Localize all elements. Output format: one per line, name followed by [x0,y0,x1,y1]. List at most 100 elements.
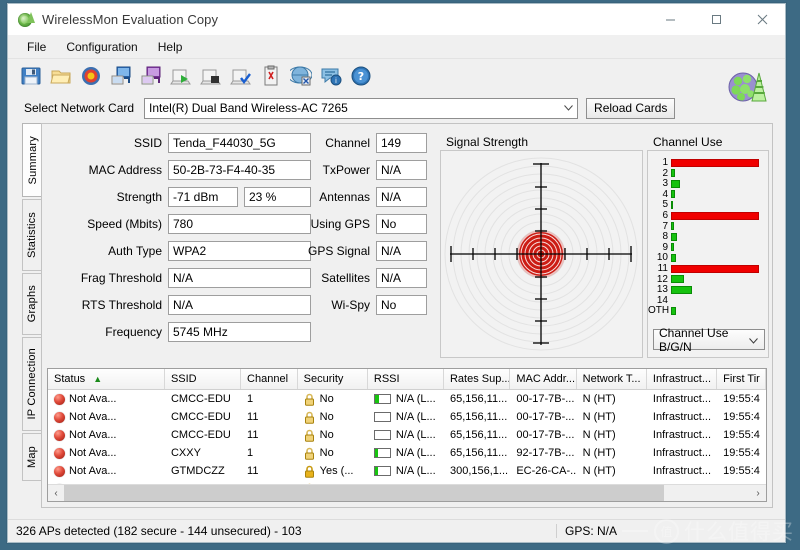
channel-use-selector[interactable]: Channel Use B/G/N [653,326,765,354]
lock-icon [304,465,315,478]
ap-table-column-header[interactable]: RSSI [367,369,444,389]
cell-mac: 92-17-7B-... [516,447,575,459]
ap-table-column-header[interactable]: Status ▲ [48,369,165,389]
ssid-field[interactable]: Tenda_F44030_5G [168,133,311,153]
ap-table-hscrollbar[interactable]: ‹ › [48,484,766,501]
column-label: Rates Sup... [449,373,511,385]
cell-ssid: CXXY [170,447,201,459]
satellites-field[interactable]: N/A [376,268,427,288]
table-row[interactable]: Not Ava... CXXY 1 No N/A (L... 65,156,11... 92… [48,444,766,462]
menu-bar: File Configuration Help [8,36,785,59]
gps-signal-field[interactable]: N/A [376,241,427,261]
ap-table-column-header[interactable]: Security [297,369,368,389]
ap-table-column-header[interactable]: Channel [241,369,298,389]
cell-security: No [298,408,368,426]
start-log-icon[interactable] [166,61,196,91]
cell-infrastructure: Infrastruct... [652,393,711,405]
cell-first-time: 19:55:4 [723,393,760,405]
sort-ascending-icon: ▲ [93,374,103,384]
maximize-button[interactable] [693,4,739,35]
channel-number: 10 [656,252,668,264]
title-bar: WirelessMon Evaluation Copy [8,4,785,36]
speed-field[interactable]: 780 [168,214,311,234]
status-led-icon [54,447,65,459]
cell-security: No [298,444,368,462]
channel-number: 8 [662,231,668,243]
channel-use-row: 12 [648,274,768,284]
cell-rates: 65,156,11... [449,393,508,405]
antennas-field[interactable]: N/A [376,187,427,207]
window-title: WirelessMon Evaluation Copy [42,12,219,27]
channel-number: OTH [648,305,670,317]
close-button[interactable] [739,4,785,35]
comment-info-icon[interactable]: i [316,61,346,91]
ap-table-column-header[interactable]: Network T... [576,369,647,389]
mac-address-field[interactable]: 50-2B-73-F4-40-35 [168,160,311,180]
tab-ip-connection[interactable]: IP Connection [22,337,41,431]
table-row[interactable]: Not Ava... CMCC-EDU 11 No N/A (L... 65,156,11… [48,426,766,444]
cell-rssi: N/A (L... [368,408,444,426]
tab-graphs[interactable]: Graphs [22,273,41,335]
clipboard-icon[interactable] [256,61,286,91]
stop-log-icon[interactable] [196,61,226,91]
log-check-icon[interactable] [226,61,256,91]
column-label: Channel [247,373,289,385]
cell-status: Not Ava... [48,390,165,408]
security-text: No [319,429,334,441]
tab-summary[interactable]: Summary [22,123,42,197]
using-gps-field[interactable]: No [376,214,427,234]
open-folder-icon[interactable] [46,61,76,91]
wispy-field[interactable]: No [376,295,427,315]
save-icon[interactable] [16,61,46,91]
cell-ssid: CMCC-EDU [170,411,231,423]
svg-text:i: i [335,77,337,85]
minimize-button[interactable] [647,4,693,35]
channel-use-bar [671,285,692,294]
cell-first-time: 19:55:4 [723,411,760,423]
table-row[interactable]: Not Ava... CMCC-EDU 11 No N/A (L... 65,156,11… [48,408,766,426]
menu-item-file[interactable]: File [17,38,56,56]
txpower-field[interactable]: N/A [376,160,427,180]
network-card-add-icon[interactable] [106,61,136,91]
scroll-right-icon[interactable]: › [750,485,766,501]
globe-disabled-icon[interactable] [286,61,316,91]
ap-table-column-header[interactable]: First Tir [717,369,766,389]
target-record-icon[interactable] [76,61,106,91]
network-card-dropdown[interactable]: Intel(R) Dual Band Wireless-AC 7265 [144,97,579,119]
table-row[interactable]: Not Ava... CMCC-EDU 1 No N/A (L... 65,156,11.… [48,390,766,408]
rts-threshold-field[interactable]: N/A [168,295,311,315]
tab-map[interactable]: Map [22,433,41,481]
channel-use-row: 2 [648,168,768,178]
strength-label: Strength [116,190,162,204]
status-led-icon [54,411,65,423]
table-row[interactable]: Not Ava... GTMDCZZ 11 Yes (... N/A (L... 300,… [48,462,766,480]
ap-table-column-header[interactable]: SSID [164,369,242,389]
cell-status: Not Ava... [48,462,165,480]
mac-address-label: MAC Address [88,163,162,177]
channel-use-bar [671,306,676,315]
channel-use-bar [671,158,759,167]
strength-percent-field[interactable]: 23 % [244,187,311,207]
channel-number: 11 [657,263,668,274]
channel-field[interactable]: 149 [376,133,427,153]
reload-cards-button[interactable]: Reload Cards [586,97,676,119]
ap-table-column-header[interactable]: MAC Addr... [510,369,577,389]
help-icon[interactable]: ? [346,61,376,91]
hscroll-thumb[interactable] [64,485,664,501]
frag-threshold-field[interactable]: N/A [168,268,311,288]
ap-table-column-header[interactable]: Infrastruct... [646,369,718,389]
tab-statistics[interactable]: Statistics [22,199,41,271]
hscroll-track[interactable] [64,485,750,501]
lock-icon [304,447,315,460]
frequency-field[interactable]: 5745 MHz [168,322,311,342]
cell-security: Yes (... [298,462,368,480]
menu-item-help[interactable]: Help [148,38,193,56]
menu-item-configuration[interactable]: Configuration [56,38,147,56]
column-label: First Tir [723,373,760,385]
channel-use-row: 14 [648,295,768,305]
scroll-left-icon[interactable]: ‹ [48,485,64,501]
ap-table-column-header[interactable]: Rates Sup... [443,369,511,389]
auth-type-field[interactable]: WPA2 [168,241,311,261]
strength-dbm-field[interactable]: -71 dBm [168,187,238,207]
network-card-remove-icon[interactable] [136,61,166,91]
